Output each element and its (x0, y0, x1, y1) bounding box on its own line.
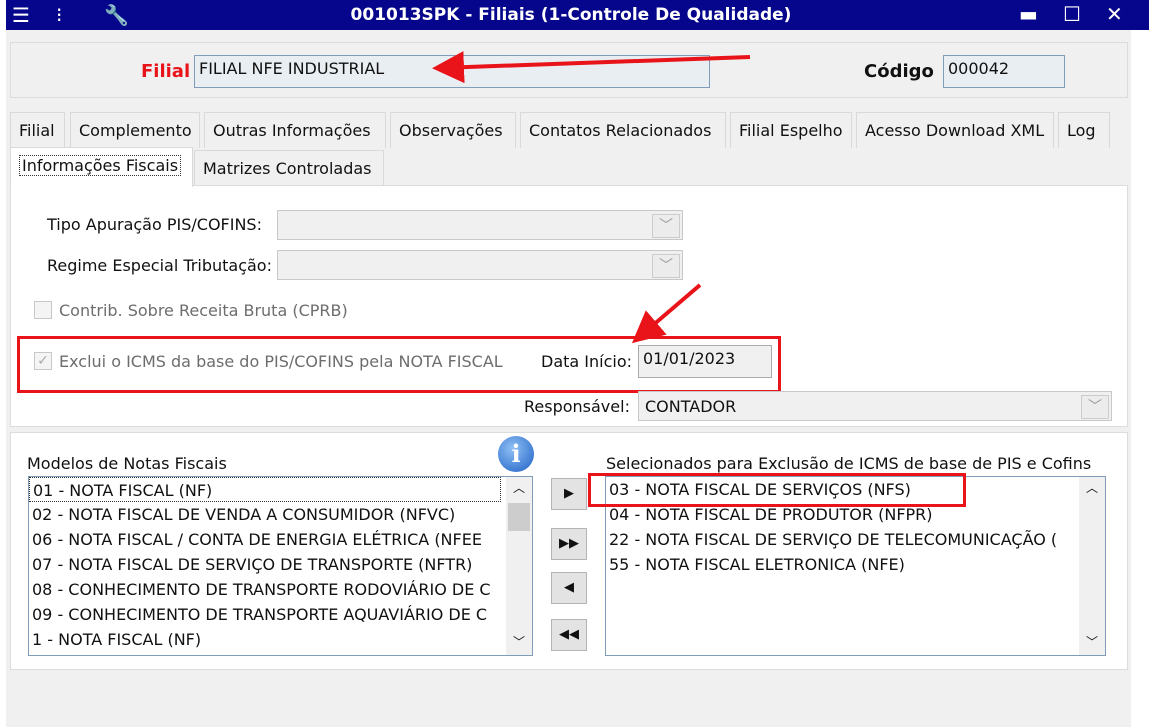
annotation-arrows (432, 51, 751, 344)
tab-informacoes-fiscais[interactable]: Informações Fiscais (10, 147, 193, 187)
tab-label: Informações Fiscais (19, 155, 182, 176)
arrow-to-data-inicio (631, 283, 702, 344)
arrow-to-filial (432, 51, 751, 84)
